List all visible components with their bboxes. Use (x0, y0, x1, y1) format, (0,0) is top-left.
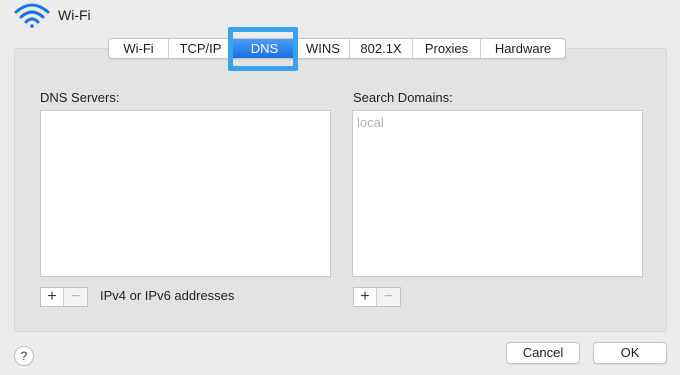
dns-remove-button[interactable]: − (64, 288, 87, 306)
tab-tcpip[interactable]: TCP/IP (169, 39, 233, 58)
search-domains-label: Search Domains: (353, 90, 453, 105)
tab-bar: Wi-Fi TCP/IP DNS WINS 802.1X Proxies Har… (108, 38, 566, 59)
ok-button[interactable]: OK (593, 342, 667, 364)
cancel-button[interactable]: Cancel (506, 342, 580, 364)
search-domains-add-remove: + − (353, 287, 401, 307)
help-button[interactable]: ? (14, 346, 34, 366)
tab-dns[interactable]: DNS (233, 39, 297, 58)
dns-servers-hint: IPv4 or IPv6 addresses (100, 288, 235, 303)
dns-servers-list[interactable] (40, 110, 331, 277)
tab-8021x[interactable]: 802.1X (350, 39, 413, 58)
tab-hardware[interactable]: Hardware (481, 39, 565, 58)
search-domains-placeholder: local (357, 115, 384, 130)
tab-proxies[interactable]: Proxies (413, 39, 481, 58)
dns-servers-add-remove: + − (40, 287, 88, 307)
search-domains-list[interactable]: local (352, 110, 643, 277)
dns-add-button[interactable]: + (41, 288, 64, 306)
dns-servers-label: DNS Servers: (40, 90, 120, 105)
wifi-icon (14, 3, 50, 28)
tab-wins[interactable]: WINS (297, 39, 350, 58)
search-remove-button[interactable]: − (377, 288, 400, 306)
window-title: Wi-Fi (58, 7, 91, 23)
tab-wifi[interactable]: Wi-Fi (109, 39, 169, 58)
network-dns-window: Wi-Fi Wi-Fi TCP/IP DNS WINS 802.1X Proxi… (0, 0, 680, 375)
search-add-button[interactable]: + (354, 288, 377, 306)
